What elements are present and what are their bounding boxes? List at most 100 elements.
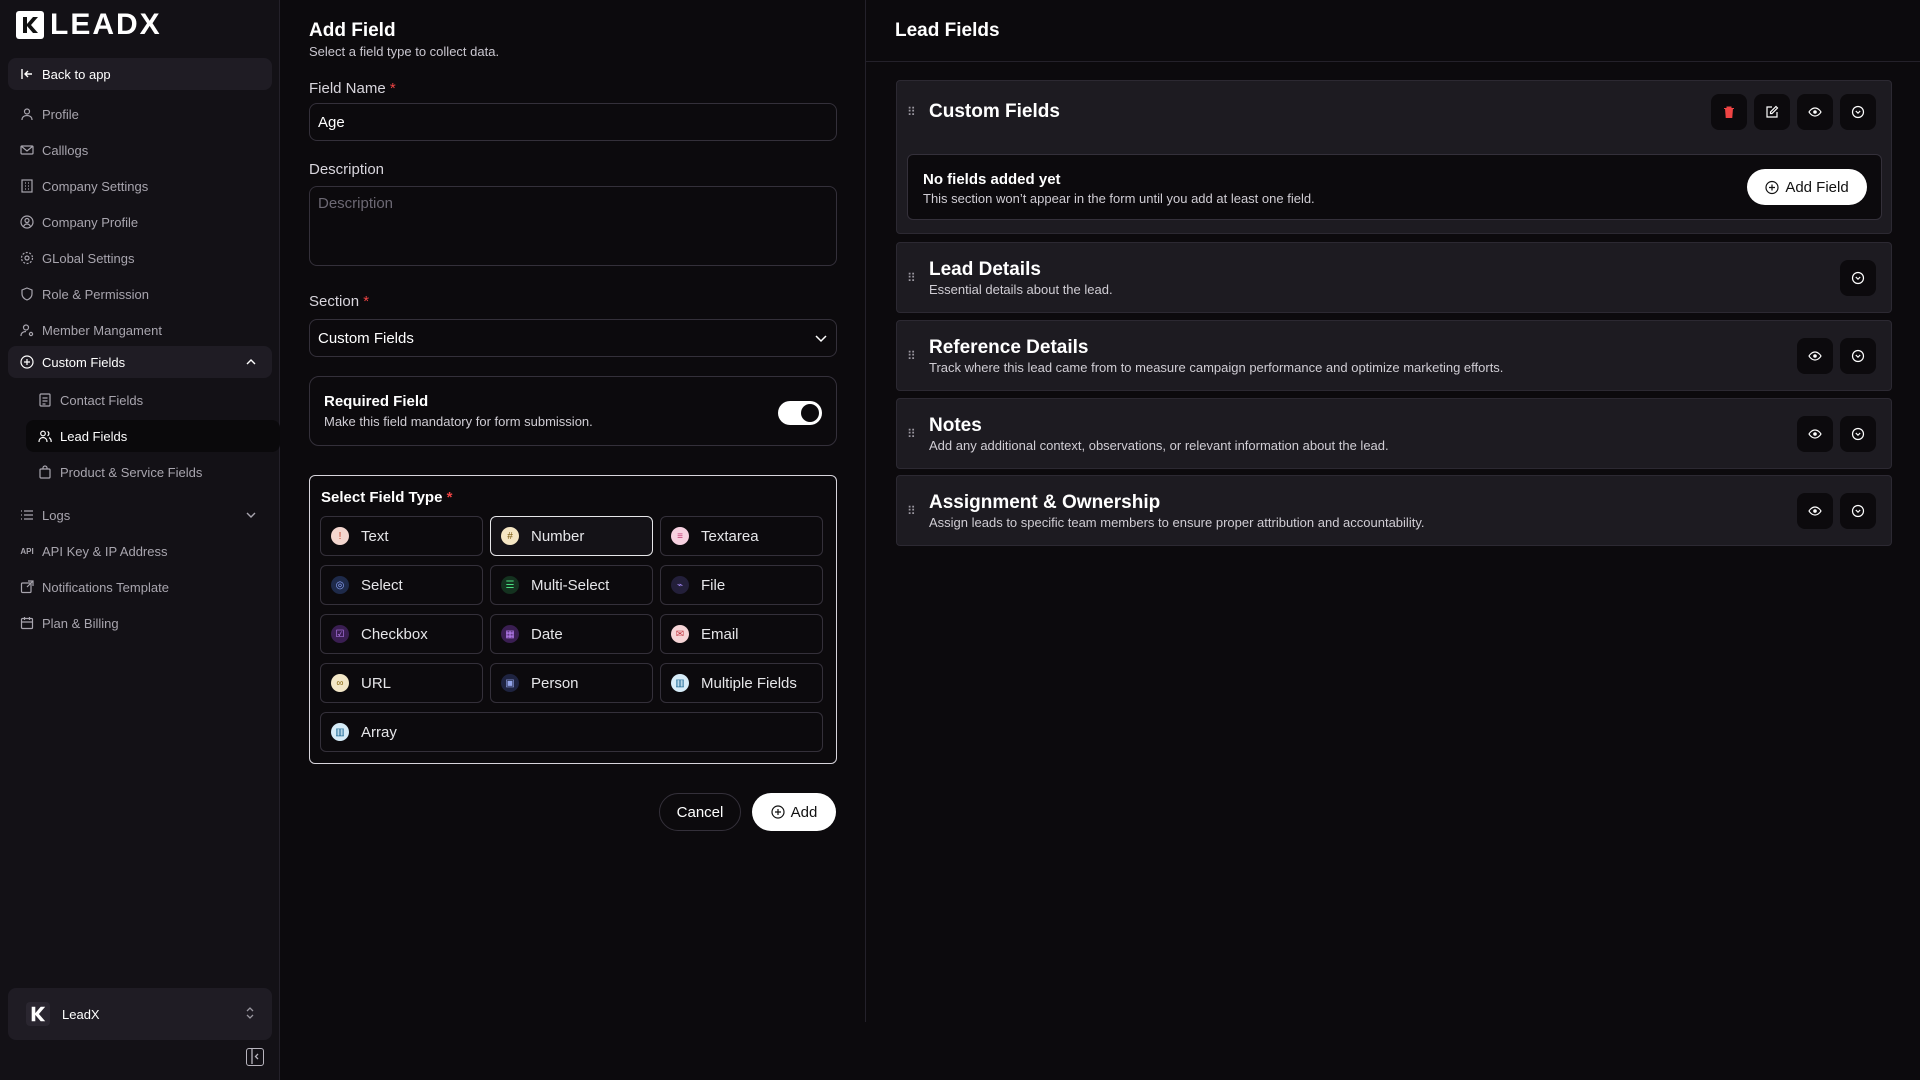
- field-name-label: Field Name *: [309, 80, 396, 97]
- field-type-label: Array: [361, 723, 397, 741]
- chevron-circle-icon: [1851, 105, 1865, 119]
- drag-handle-icon[interactable]: ⠿: [907, 105, 916, 119]
- toggle-visibility-button[interactable]: [1797, 416, 1833, 452]
- field-type-label: URL: [361, 674, 392, 692]
- expand-section-button[interactable]: [1840, 416, 1876, 452]
- api-icon: API: [20, 546, 34, 556]
- toggle-visibility-button[interactable]: [1797, 94, 1833, 130]
- sidebar-item-logs[interactable]: Logs: [8, 499, 272, 531]
- sidebar: LEADX Back to app Profile Calllogs Compa…: [0, 0, 280, 1080]
- sidebar-item-label: Company Settings: [42, 178, 149, 194]
- field-type-file[interactable]: ⌁ File: [660, 565, 823, 605]
- field-name-label-text: Field Name: [309, 80, 386, 97]
- section-subtitle: Essential details about the lead.: [929, 282, 1113, 297]
- field-type-multi-select[interactable]: ☰ Multi-Select: [490, 565, 653, 605]
- calendar-icon: [20, 616, 34, 630]
- cancel-button[interactable]: Cancel: [659, 793, 741, 831]
- description-input[interactable]: [309, 186, 837, 266]
- field-type-array[interactable]: ▥ Array: [320, 712, 823, 752]
- sidebar-item-company-settings[interactable]: Company Settings: [8, 170, 272, 202]
- field-type-label: Date: [531, 625, 563, 643]
- lead-fields-header: Lead Fields: [866, 0, 1920, 62]
- sidebar-item-company-profile[interactable]: Company Profile: [8, 206, 272, 238]
- field-type-icon: ▥: [671, 674, 689, 692]
- list-icon: [20, 508, 34, 522]
- field-type-label: File: [701, 576, 726, 594]
- sidebar-item-lead-fields[interactable]: Lead Fields: [26, 420, 280, 452]
- section-title: Assignment & Ownership: [929, 492, 1161, 513]
- field-type-icon: ∞: [331, 674, 349, 692]
- field-type-icon: ⌁: [671, 576, 689, 594]
- field-type-icon: ≡: [671, 527, 689, 545]
- field-name-input[interactable]: Age: [309, 103, 837, 141]
- drag-handle-icon[interactable]: ⠿: [907, 349, 916, 363]
- sidebar-item-label: Profile: [42, 106, 79, 122]
- sidebar-item-calllogs[interactable]: Calllogs: [8, 134, 272, 166]
- collapse-sidebar-icon[interactable]: [246, 1048, 264, 1066]
- section-title: Notes: [929, 415, 982, 436]
- brand-name: LEADX: [50, 8, 162, 41]
- sidebar-item-label: Company Profile: [42, 214, 139, 230]
- section-title: Custom Fields: [929, 101, 1060, 122]
- drag-handle-icon[interactable]: ⠿: [907, 504, 916, 518]
- back-arrow-icon: [20, 67, 34, 81]
- eye-icon: [1808, 429, 1822, 439]
- toggle-visibility-button[interactable]: [1797, 493, 1833, 529]
- workspace-switcher[interactable]: LeadX: [8, 988, 272, 1040]
- add-field-button[interactable]: Add Field: [1747, 169, 1867, 205]
- expand-section-button[interactable]: [1840, 338, 1876, 374]
- sidebar-item-profile[interactable]: Profile: [8, 98, 272, 130]
- chevron-down-icon: [244, 508, 258, 522]
- sidebar-item-contact-fields[interactable]: Contact Fields: [26, 384, 280, 416]
- expand-section-button[interactable]: [1840, 94, 1876, 130]
- field-type-url[interactable]: ∞ URL: [320, 663, 483, 703]
- field-type-label: Checkbox: [361, 625, 428, 643]
- sidebar-item-notifications-template[interactable]: Notifications Template: [8, 571, 272, 603]
- chevron-up-down-icon: [244, 1006, 256, 1023]
- required-field-toggle[interactable]: [778, 401, 822, 425]
- add-button[interactable]: Add: [752, 793, 836, 831]
- sidebar-item-label: Product & Service Fields: [60, 464, 203, 480]
- field-type-number[interactable]: # Number: [490, 516, 653, 556]
- field-type-label: Multiple Fields: [701, 674, 797, 692]
- workspace-name: LeadX: [62, 1006, 100, 1022]
- sidebar-item-label: Role & Permission: [42, 286, 149, 302]
- drag-handle-icon[interactable]: ⠿: [907, 271, 916, 285]
- toggle-visibility-button[interactable]: [1797, 338, 1833, 374]
- field-type-checkbox[interactable]: ☑ Checkbox: [320, 614, 483, 654]
- sidebar-item-role-permission[interactable]: Role & Permission: [8, 278, 272, 310]
- section-select[interactable]: Custom Fields: [309, 319, 837, 357]
- field-type-icon: ▥: [331, 723, 349, 741]
- add-button-label: Add: [790, 803, 818, 821]
- sidebar-item-label: Logs: [42, 507, 71, 523]
- expand-section-button[interactable]: [1840, 493, 1876, 529]
- sidebar-item-global-settings[interactable]: GLobal Settings: [8, 242, 272, 274]
- sidebar-item-member-management[interactable]: Member Mangament: [8, 314, 272, 346]
- field-type-text[interactable]: ! Text: [320, 516, 483, 556]
- workspace-logo-icon: [26, 1002, 50, 1026]
- delete-section-button[interactable]: [1711, 94, 1747, 130]
- bag-icon: [38, 465, 52, 479]
- eye-icon: [1808, 506, 1822, 516]
- sidebar-item-label: Contact Fields: [60, 392, 144, 408]
- sidebar-item-plan-billing[interactable]: Plan & Billing: [8, 607, 272, 639]
- field-type-multiple-fields[interactable]: ▥ Multiple Fields: [660, 663, 823, 703]
- edit-section-button[interactable]: [1754, 94, 1790, 130]
- sidebar-item-custom-fields[interactable]: Custom Fields: [8, 346, 272, 378]
- drag-handle-icon[interactable]: ⠿: [907, 427, 916, 441]
- expand-section-button[interactable]: [1840, 260, 1876, 296]
- field-type-person[interactable]: ▣ Person: [490, 663, 653, 703]
- required-field-card: Required Field Make this field mandatory…: [309, 376, 837, 446]
- brand-logo[interactable]: LEADX: [16, 8, 162, 41]
- back-to-app-button[interactable]: Back to app: [8, 58, 272, 90]
- field-type-icon: ☰: [501, 576, 519, 594]
- building-icon: [20, 179, 34, 193]
- field-type-date[interactable]: ▦ Date: [490, 614, 653, 654]
- sidebar-item-api-key[interactable]: API API Key & IP Address: [8, 535, 272, 567]
- field-type-select[interactable]: ◎ Select: [320, 565, 483, 605]
- sidebar-item-product-service-fields[interactable]: Product & Service Fields: [26, 456, 280, 488]
- field-type-label: Number: [531, 527, 585, 545]
- field-type-email[interactable]: ✉ Email: [660, 614, 823, 654]
- field-type-textarea[interactable]: ≡ Textarea: [660, 516, 823, 556]
- section-card-reference-details: ⠿ Reference Details Track where this lea…: [896, 320, 1892, 391]
